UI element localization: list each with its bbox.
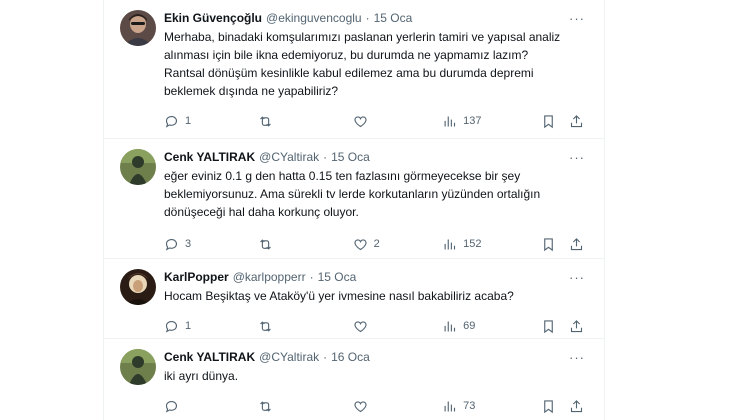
reply-button[interactable]: 1	[164, 319, 258, 334]
tweet[interactable]: ··· Cenk YALTIRAK @CYaltirak · 16 Oca ik…	[104, 339, 604, 420]
like-button[interactable]: 2	[353, 237, 442, 252]
more-icon[interactable]: ···	[568, 10, 586, 26]
views-button[interactable]: 152	[442, 237, 541, 252]
retweet-icon	[260, 320, 272, 332]
avatar[interactable]	[120, 269, 156, 305]
tweet-text: eğer eviniz 0.1 g den hatta 0.15 ten faz…	[164, 169, 541, 219]
reply-count: 1	[185, 320, 192, 332]
view-count: 137	[463, 115, 482, 127]
reply-count: 3	[185, 238, 192, 250]
reply-button[interactable]	[164, 399, 258, 414]
avatar[interactable]	[120, 149, 156, 185]
reply-icon	[165, 115, 178, 128]
like-button[interactable]	[353, 399, 442, 414]
separator: ·	[323, 350, 328, 364]
view-count: 73	[463, 400, 476, 412]
author-handle[interactable]: @CYaltirak	[259, 149, 319, 165]
share-icon	[570, 237, 582, 250]
share-icon	[570, 399, 582, 412]
separator: ·	[309, 270, 314, 284]
like-button[interactable]	[353, 319, 442, 334]
share-icon	[570, 319, 582, 332]
heart-icon	[354, 238, 367, 250]
more-icon[interactable]: ···	[568, 349, 586, 365]
author-handle[interactable]: @CYaltirak	[259, 349, 319, 365]
bookmark-icon	[544, 114, 554, 128]
tweet-thread: ··· Ekin Güvençoğlu @ekinguvencoglu · 15…	[103, 0, 605, 420]
retweet-button[interactable]	[258, 237, 352, 252]
like-count: 2	[373, 238, 380, 250]
share-button[interactable]	[569, 319, 588, 334]
author-name[interactable]: Cenk YALTIRAK	[164, 349, 255, 365]
tweet[interactable]: ··· Cenk YALTIRAK @CYaltirak · 15 Oca eğ…	[104, 139, 604, 259]
avatar[interactable]	[120, 10, 156, 46]
retweet-button[interactable]	[258, 319, 352, 334]
retweet-icon	[260, 238, 272, 250]
avatar[interactable]	[120, 349, 156, 385]
reply-button[interactable]: 3	[164, 237, 258, 252]
share-button[interactable]	[569, 399, 588, 414]
like-button[interactable]	[353, 114, 442, 129]
bookmark-icon	[544, 237, 554, 251]
tweet-date[interactable]: 15 Oca	[318, 269, 357, 285]
views-button[interactable]: 137	[442, 114, 541, 129]
views-chart-icon	[444, 401, 456, 411]
author-name[interactable]: Ekin Güvençoğlu	[164, 10, 262, 26]
author-name[interactable]: Cenk YALTIRAK	[164, 149, 255, 165]
views-chart-icon	[444, 116, 456, 126]
bookmark-button[interactable]	[541, 319, 568, 334]
reply-icon	[165, 238, 178, 251]
bookmark-icon	[544, 319, 554, 333]
more-icon[interactable]: ···	[568, 149, 586, 165]
heart-icon	[354, 320, 367, 332]
bookmark-button[interactable]	[541, 399, 568, 414]
bookmark-button[interactable]	[541, 114, 568, 129]
tweet[interactable]: ··· KarlPopper @karlpopperr · 15 Oca Hoc…	[104, 259, 604, 339]
views-button[interactable]: 73	[442, 399, 541, 414]
heart-icon	[354, 115, 367, 127]
retweet-button[interactable]	[258, 114, 352, 129]
retweet-icon	[260, 115, 272, 127]
view-count: 152	[463, 238, 482, 250]
tweet-date[interactable]: 15 Oca	[374, 10, 413, 26]
reply-icon	[165, 400, 178, 413]
share-button[interactable]	[569, 114, 588, 129]
author-handle[interactable]: @ekinguvencoglu	[266, 10, 362, 26]
tweet-text: Hocam Beşiktaş ve Ataköy'ü yer ivmesine …	[164, 289, 514, 303]
author-handle[interactable]: @karlpopperr	[233, 269, 306, 285]
view-count: 69	[463, 320, 476, 332]
reply-button[interactable]: 1	[164, 114, 258, 129]
retweet-icon	[260, 400, 272, 412]
tweet-date[interactable]: 15 Oca	[331, 149, 370, 165]
reply-count: 1	[185, 115, 192, 127]
share-button[interactable]	[569, 237, 588, 252]
tweet[interactable]: ··· Ekin Güvençoğlu @ekinguvencoglu · 15…	[104, 0, 604, 139]
share-icon	[570, 114, 582, 127]
separator: ·	[365, 11, 370, 25]
heart-icon	[354, 400, 367, 412]
retweet-button[interactable]	[258, 399, 352, 414]
views-button[interactable]: 69	[442, 319, 541, 334]
tweet-text: iki ayrı dünya.	[164, 369, 239, 383]
views-chart-icon	[444, 321, 456, 331]
tweet-text: Merhaba, binadaki komşularımızı paslanan…	[164, 30, 561, 98]
bookmark-button[interactable]	[541, 237, 568, 252]
more-icon[interactable]: ···	[568, 269, 586, 285]
reply-icon	[165, 320, 178, 333]
author-name[interactable]: KarlPopper	[164, 269, 229, 285]
tweet-date[interactable]: 16 Oca	[331, 349, 370, 365]
views-chart-icon	[444, 239, 456, 249]
separator: ·	[323, 150, 328, 164]
bookmark-icon	[544, 399, 554, 413]
